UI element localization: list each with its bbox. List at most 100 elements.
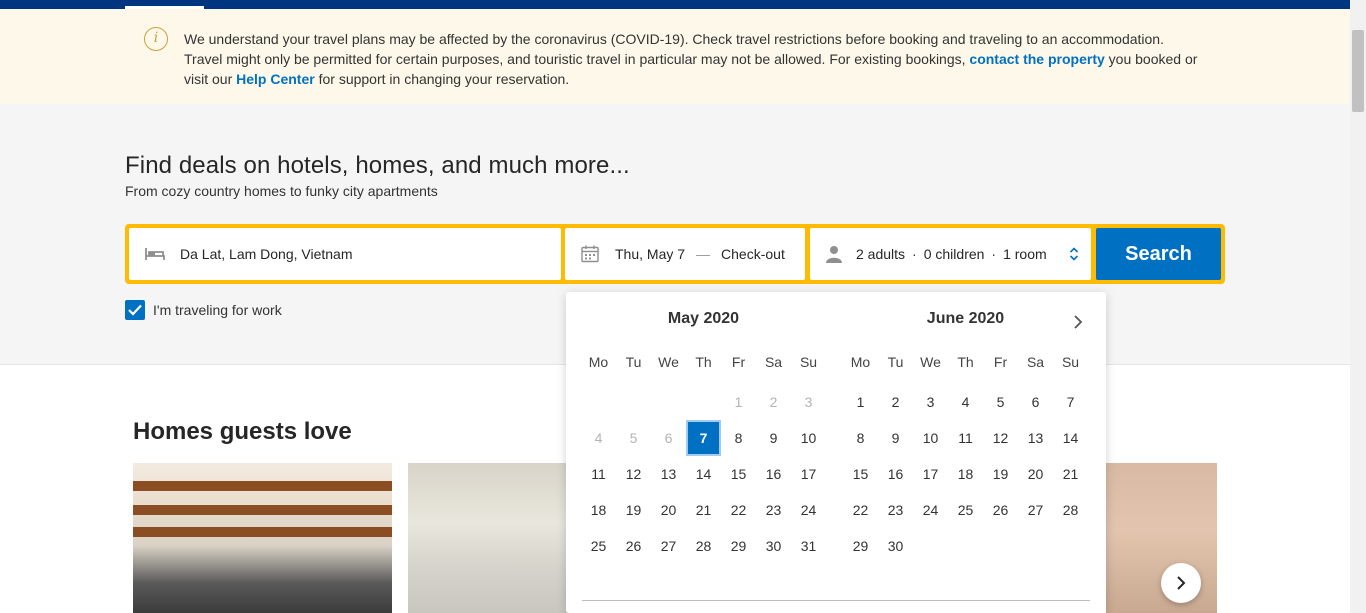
calendar-day[interactable]: 11: [581, 456, 616, 492]
work-travel-option[interactable]: I'm traveling for work: [125, 300, 282, 320]
calendar-day[interactable]: 10: [913, 420, 948, 456]
calendar-day[interactable]: 24: [791, 492, 826, 528]
work-travel-checkbox[interactable]: [125, 300, 145, 320]
month-grid: Mo Tu We Th Fr Sa Su 1 2 3 4 5 6 7 8 9 10 11 12 13 14 15 16 17 1…: [581, 348, 826, 564]
calendar-day[interactable]: 12: [983, 420, 1018, 456]
calendar-day[interactable]: 15: [721, 456, 756, 492]
weekday-label: Sa: [1026, 354, 1045, 370]
weekday-label: Fr: [993, 354, 1008, 370]
calendar-icon: [581, 245, 599, 263]
guests-field[interactable]: 2 adults · 0 children · 1 room: [810, 228, 1091, 280]
calendar-day[interactable]: 9: [878, 420, 913, 456]
calendar-day[interactable]: 14: [686, 456, 721, 492]
guest-separator: ·: [991, 246, 997, 262]
calendar-day: 2: [769, 394, 778, 410]
calendar-day: 6: [664, 430, 673, 446]
calendar-day[interactable]: 21: [686, 492, 721, 528]
calendar-day[interactable]: 16: [756, 456, 791, 492]
calendar-day[interactable]: 8: [721, 420, 756, 456]
help-center-link[interactable]: Help Center: [236, 71, 315, 87]
calendar-day[interactable]: 20: [1018, 456, 1053, 492]
date-dash: —: [696, 246, 711, 262]
bed-icon: [145, 248, 165, 260]
checkin-value[interactable]: Thu, May 7: [615, 246, 685, 262]
person-icon: [826, 246, 842, 263]
calendar-day[interactable]: 30: [878, 528, 913, 564]
destination-value: Da Lat, Lam Dong, Vietnam: [180, 246, 353, 262]
calendar-day[interactable]: 4: [948, 384, 983, 420]
calendar-day[interactable]: 18: [581, 492, 616, 528]
search-button[interactable]: Search: [1096, 228, 1221, 280]
calendar-day[interactable]: 25: [581, 528, 616, 564]
date-picker: May 2020 Mo Tu We Th Fr Sa Su 1 2 3 4 5 6 7 8 9 10 11 12 13…: [566, 292, 1106, 613]
calendar-day[interactable]: 28: [1053, 492, 1088, 528]
calendar-day[interactable]: 19: [616, 492, 651, 528]
calendar-day[interactable]: 25: [948, 492, 983, 528]
chevron-right-icon[interactable]: [1068, 312, 1088, 332]
adults-value: 2 adults: [856, 246, 906, 262]
divider: [582, 600, 1090, 601]
top-nav-bar: [0, 0, 1350, 9]
weekday-label: Tu: [625, 354, 642, 370]
scrollbar-thumb[interactable]: [1352, 30, 1364, 112]
home-card-image[interactable]: [133, 463, 392, 613]
calendar-day: 1: [734, 394, 743, 410]
calendar-day[interactable]: 22: [721, 492, 756, 528]
calendar-day[interactable]: 27: [1018, 492, 1053, 528]
calendar-day[interactable]: 1: [843, 384, 878, 420]
calendar-day[interactable]: 17: [913, 456, 948, 492]
calendar-day[interactable]: 31: [791, 528, 826, 564]
month-grid: Mo Tu We Th Fr Sa Su 1 2 3 4 5 6 7 8 9 10 11 12 13 14 15 16 17 1…: [843, 348, 1088, 564]
calendar-day[interactable]: 3: [913, 384, 948, 420]
weekday-label: We: [658, 354, 679, 370]
contact-property-link[interactable]: contact the property: [969, 51, 1104, 67]
calendar-day[interactable]: 14: [1053, 420, 1088, 456]
calendar-day-selected[interactable]: 7: [686, 420, 721, 456]
calendar-day[interactable]: 26: [983, 492, 1018, 528]
calendar-day[interactable]: 5: [983, 384, 1018, 420]
checkout-value[interactable]: Check-out: [721, 246, 785, 262]
chevron-right-icon: [1177, 576, 1186, 590]
calendar-day[interactable]: 28: [686, 528, 721, 564]
calendar-day[interactable]: 12: [616, 456, 651, 492]
calendar-day: 4: [594, 430, 603, 446]
scrollbar[interactable]: [1350, 0, 1366, 613]
dates-field[interactable]: Thu, May 7 — Check-out: [565, 228, 805, 280]
calendar-day[interactable]: 13: [651, 456, 686, 492]
calendar-day[interactable]: 7: [1053, 384, 1088, 420]
calendar-day[interactable]: 23: [878, 492, 913, 528]
calendar-day[interactable]: 10: [791, 420, 826, 456]
calendar-day[interactable]: 16: [878, 456, 913, 492]
calendar-day[interactable]: 20: [651, 492, 686, 528]
calendar-day[interactable]: 18: [948, 456, 983, 492]
ceiling-beam: [133, 505, 392, 515]
calendar-day[interactable]: 2: [878, 384, 913, 420]
rooms-value: 1 room: [1003, 246, 1047, 262]
calendar-day[interactable]: 29: [843, 528, 878, 564]
calendar-day[interactable]: 8: [843, 420, 878, 456]
weekday-label: Su: [1061, 354, 1080, 370]
hero-subtitle: From cozy country homes to funky city ap…: [125, 183, 438, 199]
calendar-day[interactable]: 11: [948, 420, 983, 456]
calendar-day[interactable]: 6: [1018, 384, 1053, 420]
calendar-day[interactable]: 24: [913, 492, 948, 528]
calendar-day[interactable]: 27: [651, 528, 686, 564]
calendar-day[interactable]: 26: [616, 528, 651, 564]
calendar-day[interactable]: 29: [721, 528, 756, 564]
calendar-day[interactable]: 15: [843, 456, 878, 492]
calendar-day: 5: [629, 430, 638, 446]
calendar-day[interactable]: 23: [756, 492, 791, 528]
calendar-day[interactable]: 13: [1018, 420, 1053, 456]
calendar-day[interactable]: 30: [756, 528, 791, 564]
work-travel-label: I'm traveling for work: [153, 302, 282, 318]
carousel-next-button[interactable]: [1161, 563, 1201, 603]
calendar-day[interactable]: 21: [1053, 456, 1088, 492]
calendar-day[interactable]: 17: [791, 456, 826, 492]
ceiling-beam: [133, 481, 392, 491]
calendar-day[interactable]: 9: [756, 420, 791, 456]
calendar-day[interactable]: 19: [983, 456, 1018, 492]
hero-title: Find deals on hotels, homes, and much mo…: [125, 152, 630, 179]
checkmark-icon: [128, 304, 142, 316]
calendar-day[interactable]: 22: [843, 492, 878, 528]
destination-field[interactable]: Da Lat, Lam Dong, Vietnam: [129, 228, 561, 280]
